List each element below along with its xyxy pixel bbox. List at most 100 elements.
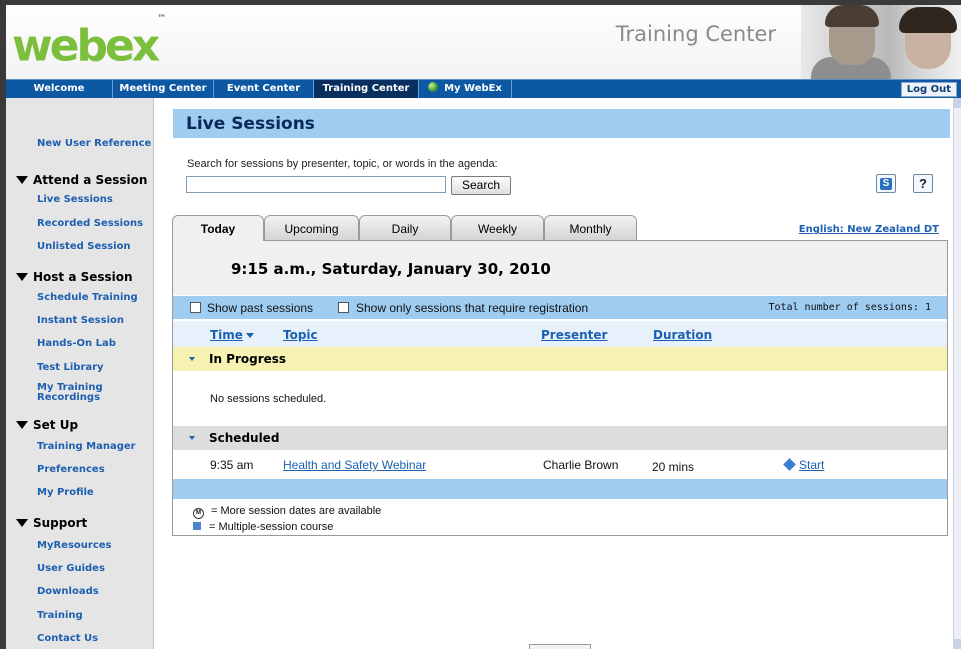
sidebar-heading-label: Host a Session — [33, 270, 133, 284]
column-topic[interactable]: Topic — [283, 328, 318, 342]
sidebar-item-hands-on-lab[interactable]: Hands-On Lab — [37, 339, 116, 349]
tab-upcoming[interactable]: Upcoming — [264, 215, 359, 240]
expand-triangle-icon — [16, 273, 28, 281]
group-scheduled-label: Scheduled — [209, 431, 280, 445]
top-nav: Welcome Meeting Center Event Center Trai… — [6, 79, 961, 98]
lang-separator: : — [839, 224, 844, 235]
sidebar-heading-host[interactable]: Host a Session — [16, 270, 133, 284]
logo-text: webex — [12, 20, 160, 72]
refresh-icon: S — [880, 177, 892, 190]
legend-multi-session-text: = Multiple-session course — [209, 521, 334, 533]
logout-button[interactable]: Log Out — [900, 82, 957, 97]
collapse-caret-icon — [189, 357, 195, 361]
help-button[interactable]: ? — [913, 174, 933, 193]
column-time-label: Time — [210, 328, 243, 342]
group-in-progress-label: In Progress — [209, 352, 287, 366]
date-bar: 9:15 a.m., Saturday, January 30, 2010 — [173, 241, 947, 295]
show-registration-checkbox[interactable] — [338, 302, 349, 313]
sidebar-item-test-library[interactable]: Test Library — [37, 363, 104, 373]
column-duration[interactable]: Duration — [653, 328, 712, 342]
filter-bar: Show past sessions Show only sessions th… — [173, 296, 947, 319]
sidebar-item-live-sessions[interactable]: Live Sessions — [37, 195, 113, 205]
sidebar-item-unlisted-session[interactable]: Unlisted Session — [37, 242, 131, 252]
sidebar-item-recorded-sessions[interactable]: Recorded Sessions — [37, 219, 143, 229]
group-in-progress[interactable]: In Progress — [173, 347, 947, 371]
sidebar-item-preferences[interactable]: Preferences — [37, 465, 105, 475]
help-icon: ? — [919, 176, 927, 191]
photo-hair — [825, 5, 879, 27]
sidebar-item-schedule-training[interactable]: Schedule Training — [37, 293, 138, 303]
scroll-up-arrow-icon[interactable] — [954, 98, 961, 108]
group-scheduled[interactable]: Scheduled — [173, 426, 947, 450]
expand-triangle-icon — [16, 519, 28, 527]
sessions-panel: 9:15 a.m., Saturday, January 30, 2010 Sh… — [172, 240, 948, 536]
refresh-button[interactable]: S — [876, 174, 896, 193]
sidebar-heading-support[interactable]: Support — [16, 516, 87, 530]
multi-session-icon — [193, 522, 201, 530]
sidebar-item-my-profile[interactable]: My Profile — [37, 488, 94, 498]
search-button[interactable]: Search — [451, 176, 511, 195]
expand-triangle-icon — [16, 176, 28, 184]
globe-icon — [428, 82, 439, 92]
start-icon — [783, 458, 796, 471]
sidebar-item-myresources[interactable]: MyResources — [37, 541, 112, 551]
column-time[interactable]: Time — [210, 328, 254, 342]
sidebar-item-my-training-recordings[interactable]: My Training Recordings — [37, 383, 103, 403]
bottom-frame-tab — [529, 644, 591, 649]
page-title: Live Sessions — [186, 114, 315, 134]
more-dates-icon: M — [193, 508, 204, 519]
page-header: webex™ Training Center — [6, 5, 961, 79]
page-scrollbar[interactable] — [953, 98, 961, 649]
nav-training-center[interactable]: Training Center — [314, 80, 419, 98]
session-start[interactable]: Start — [783, 458, 824, 472]
timezone-link[interactable]: New Zealand DT — [847, 224, 939, 235]
nav-my-webex[interactable]: My WebEx — [419, 80, 512, 98]
sidebar-item-contact-us[interactable]: Contact Us — [37, 634, 98, 644]
session-topic[interactable]: Health and Safety Webinar — [283, 458, 426, 472]
language-link[interactable]: English — [799, 224, 840, 235]
sidebar-item-instant-session[interactable]: Instant Session — [37, 316, 124, 326]
tab-weekly[interactable]: Weekly — [451, 215, 544, 240]
tab-monthly[interactable]: Monthly — [544, 215, 637, 240]
photo-hair — [899, 7, 957, 33]
start-link[interactable]: Start — [799, 458, 824, 472]
table-header: Time Topic Presenter Duration — [173, 321, 947, 347]
legend-more-dates: M = More session dates are available — [193, 505, 381, 519]
scroll-down-arrow-icon[interactable] — [954, 639, 961, 649]
sidebar-heading-attend[interactable]: Attend a Session — [16, 173, 147, 187]
webex-logo: webex™ — [12, 14, 166, 72]
tab-today[interactable]: Today — [172, 215, 264, 241]
nav-my-webex-label: My WebEx — [444, 83, 502, 94]
nav-event-center[interactable]: Event Center — [214, 80, 314, 98]
session-presenter: Charlie Brown — [543, 458, 619, 472]
sidebar: New User Reference Attend a Session Live… — [6, 98, 154, 649]
sidebar-heading-setup[interactable]: Set Up — [16, 418, 78, 432]
search-input[interactable] — [186, 176, 446, 193]
tab-daily[interactable]: Daily — [359, 215, 451, 240]
session-time: 9:35 am — [210, 458, 254, 472]
no-sessions-message: No sessions scheduled. — [210, 393, 327, 405]
show-registration-label: Show only sessions that require registra… — [356, 301, 589, 315]
show-past-sessions-checkbox[interactable] — [190, 302, 201, 313]
current-date-heading: 9:15 a.m., Saturday, January 30, 2010 — [231, 260, 551, 278]
column-presenter[interactable]: Presenter — [541, 328, 607, 342]
nav-welcome[interactable]: Welcome — [6, 80, 113, 98]
sidebar-item-downloads[interactable]: Downloads — [37, 587, 99, 597]
sidebar-item-training-manager[interactable]: Training Manager — [37, 442, 136, 452]
table-footer-bar — [173, 479, 947, 499]
product-name: Training Center — [615, 22, 776, 46]
expand-triangle-icon — [16, 421, 28, 429]
sidebar-item-user-guides[interactable]: User Guides — [37, 564, 105, 574]
header-photo — [801, 5, 961, 79]
sidebar-heading-label: Set Up — [33, 418, 79, 432]
logo-trademark: ™ — [157, 14, 167, 24]
language-timezone-link[interactable]: English: New Zealand DT — [799, 224, 939, 235]
legend-more-dates-text: = More session dates are available — [211, 505, 382, 517]
page-title-bar: Live Sessions — [173, 109, 950, 138]
sidebar-item-training[interactable]: Training — [37, 611, 83, 621]
nav-meeting-center[interactable]: Meeting Center — [113, 80, 214, 98]
session-topic-link[interactable]: Health and Safety Webinar — [283, 458, 426, 472]
sidebar-heading-label: Attend a Session — [33, 173, 148, 187]
legend-multi-session: = Multiple-session course — [193, 521, 333, 533]
sidebar-item-new-user-reference[interactable]: New User Reference — [37, 139, 151, 149]
